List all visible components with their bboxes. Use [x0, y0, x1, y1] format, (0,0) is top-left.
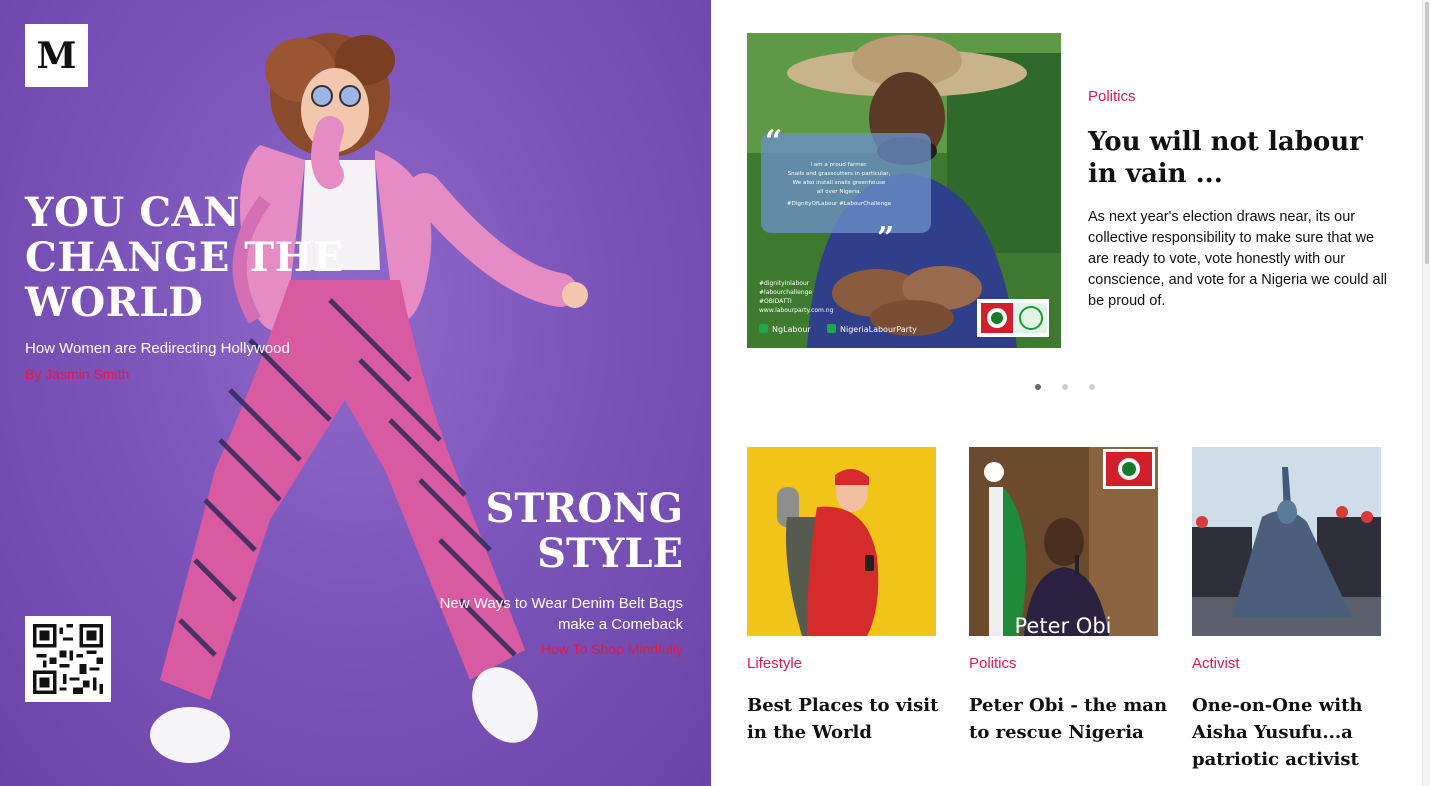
secondary-headline-line: STYLE [537, 530, 683, 577]
qr-code [25, 616, 111, 702]
scrollbar-thumb[interactable] [1425, 2, 1429, 264]
featured-category-link[interactable]: Politics [1088, 88, 1136, 105]
hashtag: #dignityinlabour [759, 280, 810, 287]
social-handle: NigeriaLabourParty [840, 325, 917, 334]
card-category-link[interactable]: Politics [969, 655, 1159, 672]
hero-headline-line: YOU CAN [25, 189, 241, 236]
secondary-link[interactable]: How To Shop Mindfully [541, 641, 683, 657]
secondary-subheadline-line: make a Comeback [557, 616, 683, 633]
carousel-dot-2[interactable] [1062, 384, 1068, 390]
hero-headline-line: WORLD [25, 279, 204, 326]
featured-image[interactable]: “ ” I am a proud farmer. Snails and gras… [747, 33, 1061, 348]
card-image-activist[interactable] [1192, 447, 1381, 636]
svg-text:”: ” [877, 221, 894, 256]
card-category-link[interactable]: Activist [1192, 655, 1382, 672]
card-title[interactable]: One-on-One with Aisha Yusufu...a patriot… [1192, 692, 1392, 773]
quote-line: #DignityOfLabour #LabourChallenge [787, 201, 892, 207]
hero-headline: YOU CAN CHANGE THE WORLD [25, 190, 345, 325]
card-image-peter-obi[interactable]: Peter Obi [969, 447, 1158, 636]
hashtag: #labourchallenge [759, 289, 812, 296]
article-card: Activist One-on-One with Aisha Yusufu...… [1192, 447, 1382, 773]
quote-line: all over Nigeria. [817, 189, 862, 195]
social-handle: NgLabour [772, 325, 811, 334]
quote-line: I am a proud farmer. [810, 162, 868, 168]
carousel-dot-3[interactable] [1089, 384, 1095, 390]
svg-text:“: “ [765, 124, 782, 159]
hero-headline-line: CHANGE THE [25, 234, 344, 281]
featured-excerpt: As next year's election draws near, its … [1088, 209, 1388, 309]
qr-code-icon [33, 624, 103, 694]
site-logo[interactable]: M [25, 24, 88, 87]
featured-title[interactable]: You will not labour in vain ... [1088, 126, 1388, 190]
featured-photo-farmer: “ ” I am a proud farmer. Snails and gras… [747, 33, 1061, 348]
card-category-link[interactable]: Lifestyle [747, 655, 937, 672]
card-title[interactable]: Best Places to visit in the World [747, 692, 947, 746]
secondary-subheadline-line: New Ways to Wear Denim Belt Bags [439, 595, 683, 612]
secondary-headline-line: STRONG [485, 485, 683, 532]
page-scrollbar[interactable] [1422, 0, 1430, 786]
card-title[interactable]: Peter Obi - the man to rescue Nigeria [969, 692, 1169, 746]
twitter-icon [759, 324, 768, 333]
activist-photo [1192, 447, 1381, 636]
article-card: Lifestyle Best Places to visit in the Wo… [747, 447, 938, 746]
hero-byline: By Jasmin Smith [25, 366, 130, 382]
article-card: Peter Obi Politics Peter Obi - the man t… [969, 447, 1167, 746]
facebook-icon [827, 324, 836, 333]
hero-subheadline: How Women are Redirecting Hollywood [25, 340, 290, 357]
carousel-pagination [1035, 384, 1095, 390]
quote-line: We also install snails greenhouse [793, 180, 886, 186]
image-caption: Peter Obi [1015, 614, 1112, 636]
hashtag: www.labourparty.com.ng [759, 307, 834, 314]
peter-obi-photo: Peter Obi [969, 447, 1158, 636]
card-image-traveler[interactable] [747, 447, 936, 636]
hero-section: M YOU CAN CHANGE THE WORLD How Women are… [0, 0, 711, 786]
quote-line: Snails and grasscutters in particular, [788, 171, 891, 177]
secondary-subheadline: New Ways to Wear Denim Belt Bags make a … [393, 593, 683, 635]
traveler-photo [747, 447, 936, 636]
hashtag: #OBIDATTI [759, 298, 792, 305]
carousel-dot-1[interactable] [1035, 384, 1041, 390]
secondary-headline: STRONG STYLE [383, 486, 683, 576]
